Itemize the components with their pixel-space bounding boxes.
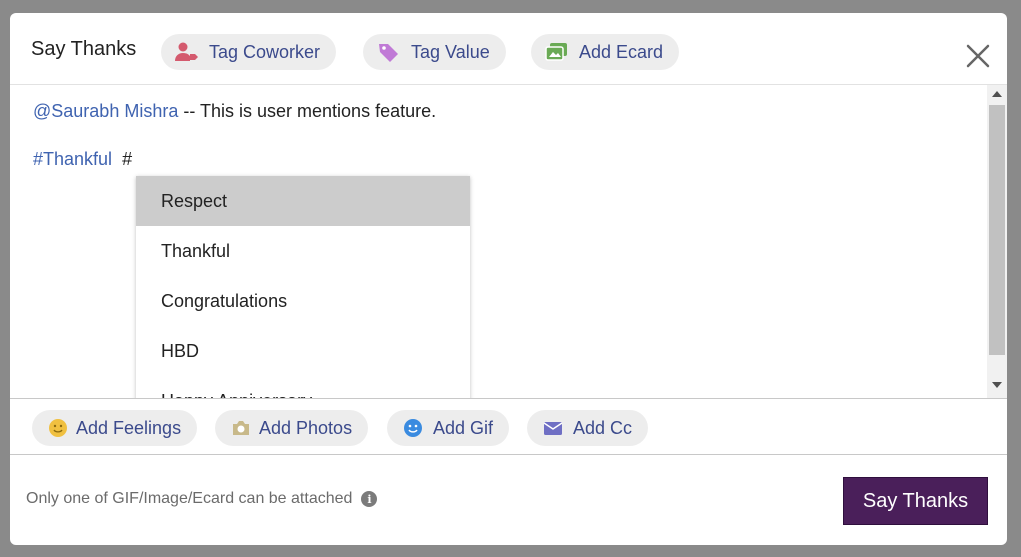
attachment-note: Only one of GIF/Image/Ecard can be attac… [26,490,378,508]
close-icon[interactable] [965,43,991,69]
tag-coworker-button[interactable]: Tag Coworker [161,34,337,70]
add-ecard-button[interactable]: Add Ecard [531,34,680,70]
modal-title: Say Thanks [31,38,137,60]
say-thanks-modal: Say Thanks Tag Coworker Tag Value Add Ec… [10,13,1007,545]
add-feelings-label: Add Feelings [76,417,182,438]
add-cc-label: Add Cc [573,417,633,438]
user-tag-icon [175,42,199,62]
mention-text: -- This is user mentions feature. [178,101,437,121]
hashtag-thankful[interactable]: #Thankful [33,149,112,169]
hashtag-input: # [122,149,133,169]
attachment-note-text: Only one of GIF/Image/Ecard can be attac… [26,490,353,507]
user-mention[interactable]: @Saurabh Mishra [33,101,178,121]
scroll-up-icon[interactable] [992,91,1002,97]
add-gif-button[interactable]: Add Gif [387,410,510,446]
smile-icon [46,418,70,438]
envelope-icon [541,418,565,438]
mention-line: @Saurabh Mishra -- This is user mentions… [33,101,436,122]
editor-scrollbar[interactable] [987,85,1007,398]
suggestion-congratulations[interactable]: Congratulations [136,276,470,326]
scroll-down-icon[interactable] [992,382,1002,388]
tag-value-label: Tag Value [411,41,490,62]
add-ecard-label: Add Ecard [579,41,664,62]
suggestion-happy-anniversary[interactable]: Happy Anniversary [136,376,470,398]
suggestion-thankful[interactable]: Thankful [136,226,470,276]
hashtag-line: #Thankful # [33,149,132,170]
tag-icon [377,42,401,62]
add-photos-label: Add Photos [259,417,353,438]
images-icon [545,42,569,62]
suggestion-hbd[interactable]: HBD [136,326,470,376]
info-icon[interactable]: i [361,491,378,507]
camera-icon [229,418,253,438]
modal-header: Say Thanks Tag Coworker Tag Value Add Ec… [10,13,1007,85]
add-gif-label: Add Gif [433,417,494,438]
add-photos-button[interactable]: Add Photos [215,410,369,446]
suggestion-respect[interactable]: Respect [136,176,470,226]
tag-coworker-label: Tag Coworker [209,41,321,62]
tag-value-button[interactable]: Tag Value [363,34,506,70]
attachment-toolbar: Add Feelings Add Photos Add Gif Add Cc [10,398,1007,455]
message-editor[interactable]: @Saurabh Mishra -- This is user mentions… [10,85,1007,398]
say-thanks-submit-button[interactable]: Say Thanks [843,477,988,525]
add-cc-button[interactable]: Add Cc [527,410,649,446]
scroll-thumb[interactable] [989,105,1005,355]
gif-smile-icon [401,418,425,438]
add-feelings-button[interactable]: Add Feelings [32,410,198,446]
hashtag-suggestions: Respect Thankful Congratulations HBD Hap… [136,176,470,398]
